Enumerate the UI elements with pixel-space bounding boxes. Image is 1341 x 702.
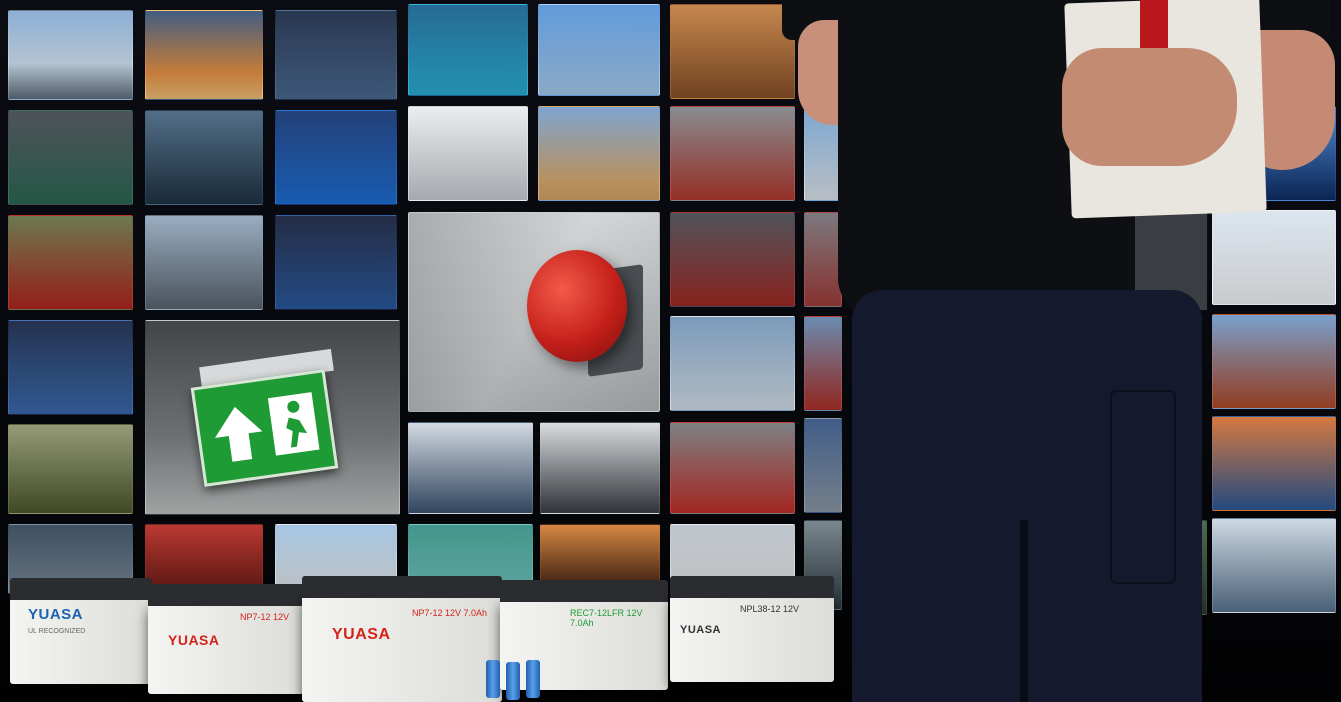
- electrician-ceiling-photo: [408, 422, 533, 514]
- fire-alarm-bell-icon: [527, 250, 627, 362]
- electric-car-charging-photo: [145, 215, 263, 310]
- small-battery-cell: [506, 662, 520, 700]
- motorcycle-race-photo: [670, 212, 795, 307]
- battery-2: YUASA NP7-12 12V: [148, 584, 304, 694]
- race-cars-photo: [670, 106, 795, 201]
- battery-5-model: NPL38-12 12V: [740, 604, 800, 614]
- airplane-photo: [8, 10, 133, 100]
- truck-photo: [804, 418, 842, 513]
- fire-alarm-panel-photo: [670, 316, 795, 411]
- exit-sign-icon: [190, 369, 339, 487]
- city-street-photo: [804, 212, 842, 307]
- submarine-underwater-photo: [408, 4, 528, 96]
- satellite-dish-photo: [538, 4, 660, 96]
- train-photo: [8, 110, 133, 205]
- snowmobile-photo: [1212, 210, 1336, 305]
- forklift-photo: [1212, 416, 1336, 511]
- bridge-photo: [804, 316, 842, 411]
- electric-car-photo: [408, 106, 528, 201]
- battery-4-model: REC7-12LFR 12V 7.0Ah: [570, 608, 643, 628]
- small-battery-cell: [526, 660, 540, 698]
- screwdriver-icon: [1140, 0, 1168, 50]
- battery-5-brand: YUASA: [680, 624, 722, 636]
- satellite-photo: [275, 215, 397, 310]
- battery-2-model: NP7-12 12V: [240, 612, 290, 622]
- tractor-photo: [1212, 314, 1336, 409]
- battery-3: YUASA NP7-12 12V 7.0Ah: [302, 576, 502, 702]
- astronaut-photo: [8, 320, 133, 415]
- space-station-photo: [275, 10, 397, 100]
- mini-digger-photo: [8, 424, 133, 514]
- battery-5: YUASA NPL38-12 12V: [670, 576, 834, 682]
- red-car-photo: [670, 422, 795, 514]
- city-skyline-photo: [538, 106, 660, 201]
- data-center-photo: [275, 110, 397, 205]
- lawn-mower-photo: [8, 215, 133, 310]
- submarine-sea-photo: [145, 110, 263, 205]
- hand: [1062, 48, 1237, 166]
- battery-3-model: NP7-12 12V 7.0Ah: [412, 608, 488, 618]
- motocross-photo: [670, 4, 795, 99]
- battery-3-brand: YUASA: [332, 626, 391, 643]
- photo-scene: YUASA UL RECOGNIZED YUASA NP7-12 12V YUA…: [0, 0, 1341, 702]
- jet-ski-photo: [1212, 518, 1336, 613]
- technician-charging-photo: [540, 422, 660, 514]
- battery-1: YUASA UL RECOGNIZED: [10, 578, 152, 684]
- battery-2-brand: YUASA: [168, 632, 220, 648]
- battery-1-brand: YUASA: [28, 606, 84, 623]
- trouser-leg-gap: [1020, 520, 1028, 702]
- cargo-pocket: [1110, 390, 1176, 584]
- rocket-launch-photo: [145, 10, 263, 100]
- small-battery-cell: [486, 660, 500, 698]
